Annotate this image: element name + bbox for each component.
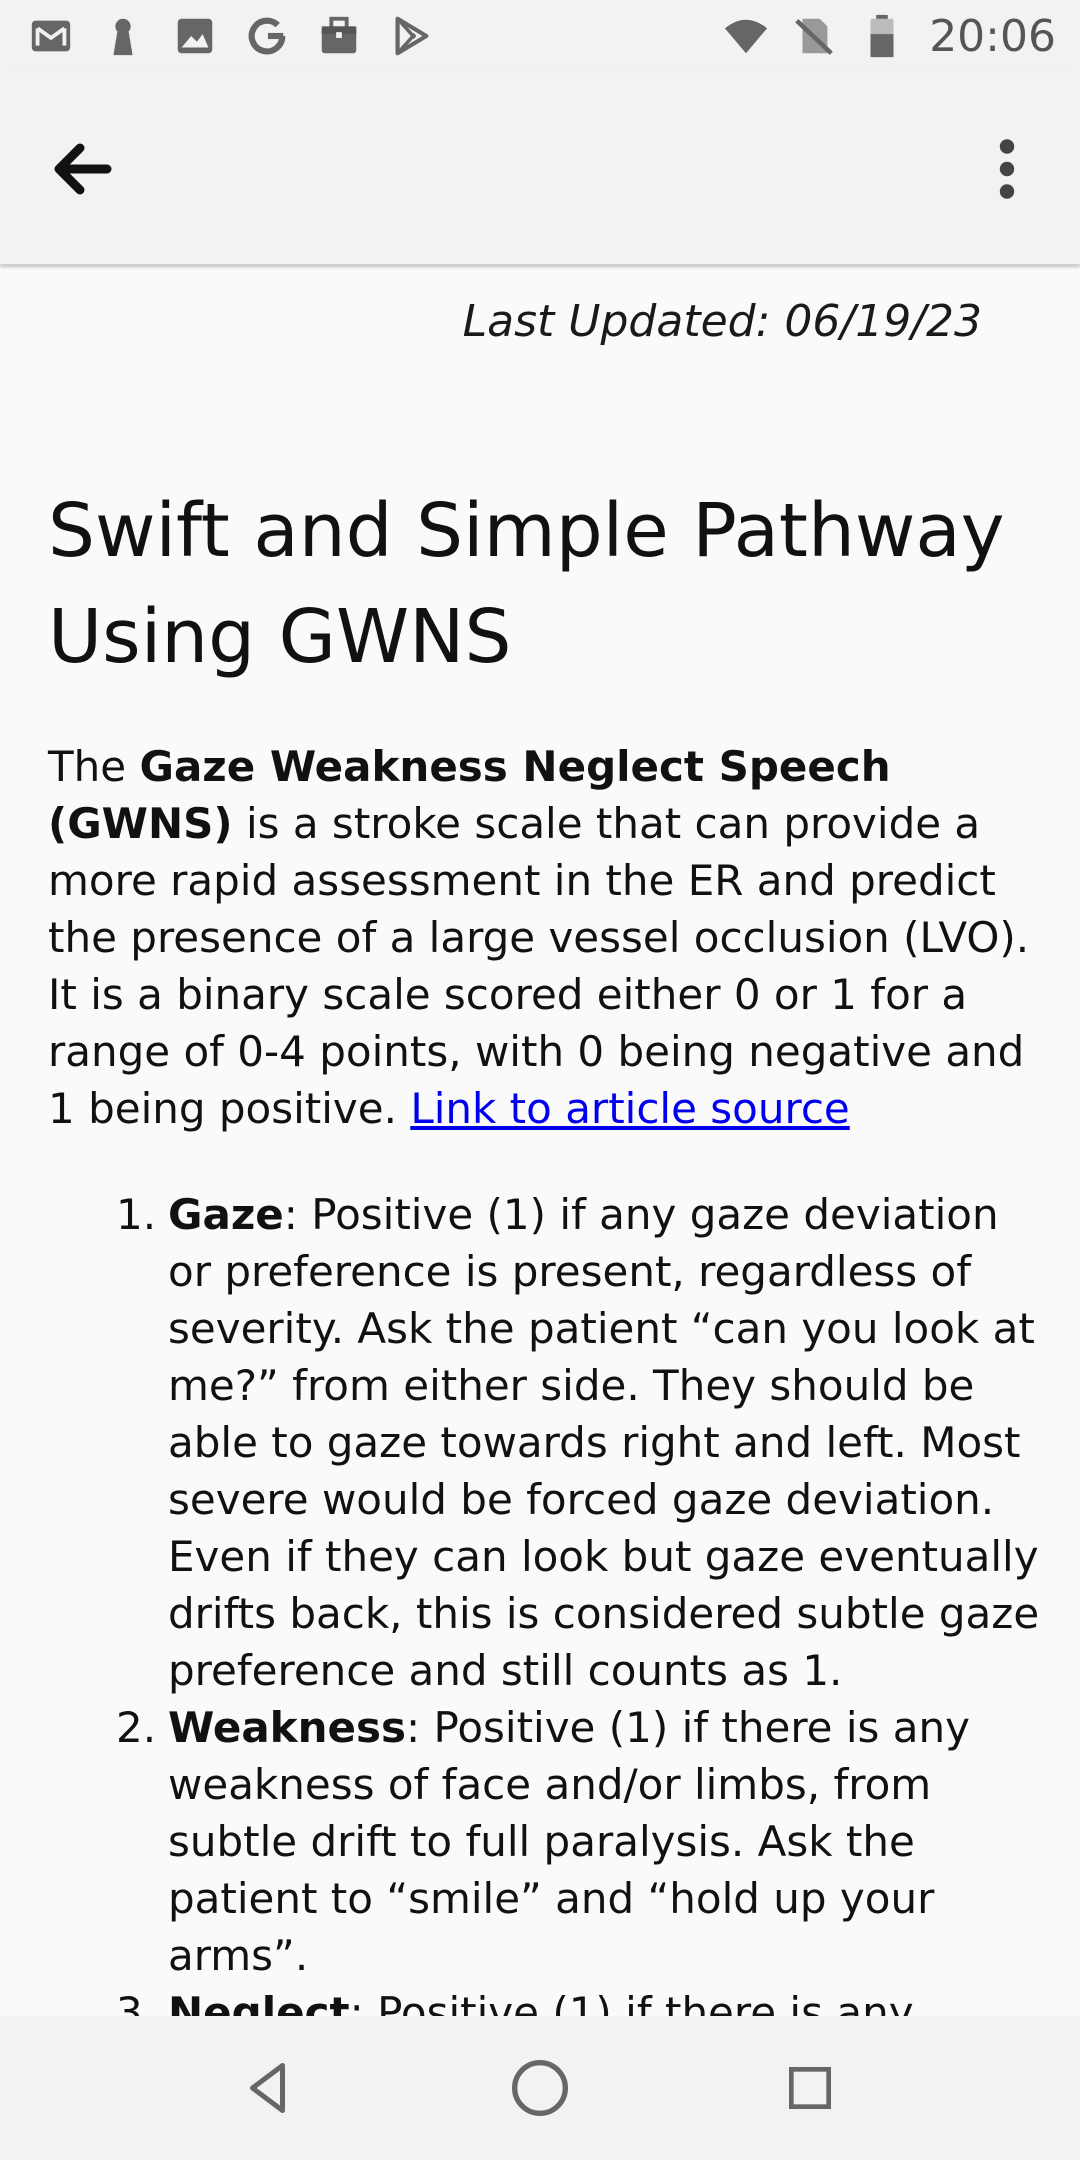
list-number: 1.: [116, 1190, 157, 1239]
nav-back-icon: [250, 2063, 285, 2113]
list-item: 3. Neglect: Positive (1) if there is any: [48, 1984, 1048, 2016]
battery-icon: [857, 11, 907, 61]
google-icon: [242, 11, 292, 61]
article-source-link[interactable]: Link to article source: [410, 1084, 849, 1133]
page-title: Swift and Simple Pathway Using GWNS: [48, 488, 1005, 680]
last-updated: Last Updated: 06/19/23: [462, 296, 982, 347]
nav-recents-icon: [789, 2067, 831, 2109]
navigation-bar: [0, 2016, 1080, 2160]
criterion-term: Gaze: [168, 1190, 284, 1239]
gmail-icon: [26, 11, 76, 61]
criterion-text: : Positive (1) if any gaze deviation or …: [168, 1190, 1040, 1695]
image-icon: [170, 11, 220, 61]
nav-home-icon: [512, 2060, 568, 2116]
list-item: 2. Weakness: Positive (1) if there is an…: [48, 1699, 1048, 1984]
back-button[interactable]: [38, 124, 128, 214]
more-vert-icon: [999, 139, 1015, 199]
status-bar: 20:06: [0, 0, 1080, 72]
list-number: 3.: [116, 1988, 157, 2016]
article-content[interactable]: Last Updated: 06/19/23 Swift and Simple …: [0, 266, 1080, 2016]
criterion-text: : Positive (1) if there is any: [349, 1988, 914, 2016]
keyhole-icon: [98, 11, 148, 61]
arrow-back-icon: [54, 143, 112, 195]
nav-home-button[interactable]: [500, 2048, 580, 2128]
nav-back-button[interactable]: [230, 2048, 310, 2128]
list-number: 2.: [116, 1703, 157, 1752]
app-bar: [0, 72, 1080, 265]
play-store-icon: [386, 11, 436, 61]
no-sim-icon: [789, 11, 839, 61]
nav-recents-button[interactable]: [770, 2048, 850, 2128]
criterion-term: Weakness: [168, 1703, 406, 1752]
overflow-menu-button[interactable]: [962, 124, 1052, 214]
list-item: 1. Gaze: Positive (1) if any gaze deviat…: [48, 1186, 1048, 1699]
notification-icons: [26, 10, 436, 62]
status-clock: 20:06: [929, 10, 1056, 62]
intro-paragraph: The Gaze Weakness Neglect Speech (GWNS) …: [48, 738, 1048, 1137]
criteria-list: 1. Gaze: Positive (1) if any gaze deviat…: [48, 1186, 1048, 2016]
system-icons: 20:06: [721, 10, 1056, 62]
wifi-icon: [721, 11, 771, 61]
intro-text-pre: The: [48, 742, 140, 791]
intro-text-post: is a stroke scale that can provide a mor…: [48, 799, 1030, 1133]
criterion-term: Neglect: [168, 1988, 350, 2016]
briefcase-icon: [314, 11, 364, 61]
